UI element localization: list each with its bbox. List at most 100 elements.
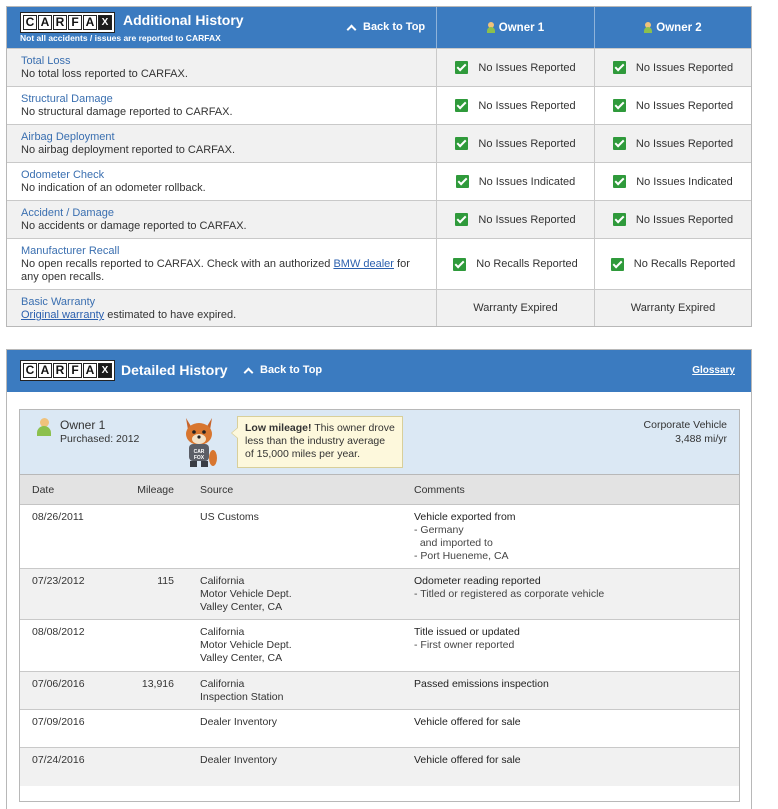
owner-column-header: Owner 2 [595,7,751,48]
chevron-up-icon [346,24,357,34]
carfax-logo: CARFAX [20,360,115,381]
check-label[interactable]: Accident / Damage [21,207,422,220]
checkmark-icon [612,61,626,74]
status-text: No Recalls Reported [476,258,578,270]
status-text: No Issues Reported [478,99,576,112]
status-text: Warranty Expired [473,302,558,314]
owner-status-cell: No Recalls Reported [437,239,595,289]
record-source: Dealer Inventory [200,716,278,728]
back-to-top-button[interactable]: Back to Top [243,364,322,377]
record-comments: Odometer reading reported - Titled or reg… [414,575,605,600]
vehicle-type: Corporate Vehicle [643,419,727,431]
glossary-link[interactable]: Glossary [692,365,735,376]
status-text: No Issues Indicated [636,175,733,188]
check-label[interactable]: Airbag Deployment [21,131,422,144]
back-to-top-button[interactable]: Back to Top [346,21,425,34]
record-source: California Motor Vehicle Dept. Valley Cent… [200,626,292,664]
status-text: No Recalls Reported [633,258,736,270]
check-label[interactable]: Manufacturer Recall [21,245,422,258]
table-row: 07/23/2012 115 California Motor Vehicle Dep… [20,569,739,620]
owner-name: Owner 1 [60,418,106,432]
record-source: Dealer Inventory [200,754,278,766]
owner-status-cell: No Issues Reported [437,201,595,238]
owner-status-cell: No Issues Reported [437,125,595,162]
column-header-source: Source [200,483,234,496]
checkmark-icon [455,175,469,188]
record-source: California Motor Vehicle Dept. Valley Cent… [200,575,292,613]
status-text: No Issues Reported [635,137,734,150]
owner-history-card: Owner 1 Purchased: 2012 CAR FOX Low mile… [19,409,740,802]
status-text: Warranty Expired [630,302,716,314]
section-title: Detailed History [121,362,228,378]
record-comments: Title issued or updated - First owner rep… [414,626,520,651]
section-title: Additional History [123,12,244,28]
status-text: No Issues Reported [478,61,576,74]
carfax-fox-mascot-icon: CAR FOX [186,418,217,467]
record-date: 07/06/2016 [32,678,85,690]
status-text: No Issues Reported [478,213,576,226]
history-check-row: Basic Warranty Original warranty estimate… [7,289,751,326]
owner-status-cell: No Recalls Reported [595,239,751,289]
history-check-row: Accident / Damage No accidents or damage … [7,200,751,238]
owner-status-cell: No Issues Reported [595,49,751,86]
owner-status-cell: No Issues Reported [437,87,595,124]
check-label[interactable]: Structural Damage [21,93,422,106]
owner-status-cell: No Issues Indicated [595,163,751,200]
check-description: Original warranty estimated to have expi… [21,309,237,321]
record-date: 07/24/2016 [32,754,85,766]
status-text: No Issues Reported [635,61,734,74]
record-source: US Customs [200,511,259,523]
history-table-header: Date Mileage Source Comments [20,475,739,505]
table-row: 08/26/2011 US Customs Vehicle exported fro… [20,505,739,569]
column-header-mileage: Mileage [137,483,174,496]
column-header-date: Date [32,483,55,496]
history-check-row: Structural Damage No structural damage re… [7,86,751,124]
history-check-row: Odometer Check No indication of an odomet… [7,162,751,200]
checkmark-icon [455,61,469,74]
record-date: 07/09/2016 [32,716,85,728]
status-text: No Issues Reported [635,213,734,226]
check-label[interactable]: Basic Warranty [21,296,422,309]
record-comments: Vehicle offered for sale [414,716,521,728]
status-text: No Issues Indicated [478,175,576,188]
record-source: California Inspection Station [200,678,284,703]
person-icon [644,22,653,33]
low-mileage-tooltip: Low mileage! This owner drove less than … [231,416,403,468]
record-comments: Passed emissions inspection [414,678,549,690]
detailed-history-section: CARFAX Detailed History Back to Top Glos… [6,349,752,809]
check-description: No indication of an odometer rollback. [21,182,206,194]
svg-text:FOX: FOX [194,455,205,461]
table-row: 07/06/2016 13,916 California Inspection Sta… [20,672,739,710]
record-date: 07/23/2012 [32,575,85,587]
history-check-row: Manufacturer Recall No open recalls repor… [7,238,751,289]
check-label[interactable]: Total Loss [21,55,422,68]
inline-link[interactable]: Original warranty [21,309,104,321]
carfax-logo: CARFAX [20,12,115,33]
status-text: No Issues Reported [635,99,734,112]
check-description: No structural damage reported to CARFAX. [21,106,233,118]
chevron-up-icon [243,367,254,377]
owner-vehicle-info: Corporate Vehicle 3,488 mi/yr [644,418,727,446]
record-mileage: 13,916 [141,678,174,690]
owner-status-cell: No Issues Indicated [437,163,595,200]
person-icon [37,418,51,436]
additional-history-section: CARFAX Additional History Not all accide… [6,6,752,327]
check-description: No accidents or damage reported to CARFA… [21,220,247,232]
owner-purchased: Purchased: 2012 [60,433,140,445]
inline-link[interactable]: BMW dealer [333,258,394,270]
check-label[interactable]: Odometer Check [21,169,422,182]
checkmark-icon [453,257,467,271]
checkmark-icon [613,175,627,188]
checkmark-icon [455,137,469,150]
record-date: 08/26/2011 [32,511,84,523]
table-row: 07/24/2016 Dealer Inventory Vehicle offere… [20,748,739,786]
record-date: 08/08/2012 [32,626,85,638]
additional-history-header: CARFAX Additional History Not all accide… [7,7,751,48]
record-mileage: 115 [157,575,174,587]
checkmark-icon [455,213,469,226]
owner-status-cell: No Issues Reported [595,201,751,238]
table-row: 08/08/2012 California Motor Vehicle Dept. V… [20,620,739,672]
average-miles: 3,488 mi/yr [675,433,727,445]
checkmark-icon [612,213,626,226]
check-description: No total loss reported to CARFAX. [21,68,188,80]
